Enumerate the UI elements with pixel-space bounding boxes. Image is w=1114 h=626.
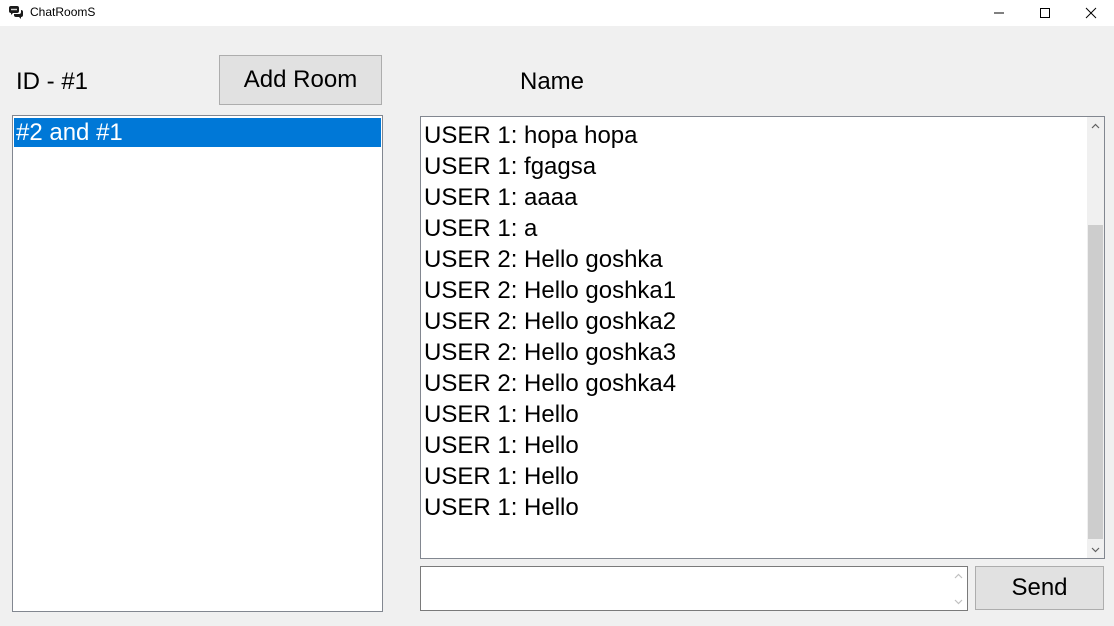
chat-message: USER 1: Hello bbox=[424, 432, 579, 459]
scroll-thumb[interactable] bbox=[1088, 225, 1103, 539]
minimize-icon bbox=[994, 12, 1004, 14]
chat-message: USER 2: Hello goshka1 bbox=[424, 277, 677, 304]
chat-message: USER 1: a bbox=[424, 215, 538, 242]
minimize-button[interactable] bbox=[976, 0, 1022, 26]
input-scrollbar[interactable] bbox=[950, 567, 967, 610]
chat-message: USER 1: fgagsa bbox=[424, 153, 597, 180]
room-list[interactable]: #2 and #1 bbox=[12, 115, 383, 612]
room-list-item-selected[interactable]: #2 and #1 bbox=[14, 118, 381, 147]
input-scroll-up-button[interactable] bbox=[950, 567, 967, 584]
chat-message: USER 1: aaaa bbox=[424, 184, 578, 211]
close-button[interactable] bbox=[1068, 0, 1114, 26]
input-scroll-down-button[interactable] bbox=[950, 593, 967, 610]
chat-message: USER 1: Hello bbox=[424, 494, 579, 521]
send-button[interactable]: Send bbox=[975, 566, 1104, 610]
maximize-button[interactable] bbox=[1022, 0, 1068, 26]
chat-message: USER 2: Hello goshka bbox=[424, 246, 663, 273]
room-name-label: Name bbox=[520, 68, 585, 95]
scroll-up-button[interactable] bbox=[1087, 117, 1104, 134]
chevron-down-icon bbox=[954, 599, 963, 604]
chat-messages-box[interactable]: USER 1: hopa hopa USER 1: fgagsa USER 1:… bbox=[420, 116, 1105, 559]
chevron-down-icon bbox=[1091, 547, 1100, 552]
chat-message: USER 1: Hello bbox=[424, 463, 579, 490]
message-input[interactable] bbox=[420, 566, 968, 611]
chat-message: USER 1: Hello bbox=[424, 401, 579, 428]
close-icon bbox=[1085, 7, 1097, 19]
chat-message: USER 2: Hello goshka4 bbox=[424, 370, 677, 397]
maximize-icon bbox=[1040, 8, 1050, 18]
chevron-up-icon bbox=[1091, 123, 1100, 128]
chevron-up-icon bbox=[954, 573, 963, 578]
user-id-label: ID - #1 bbox=[16, 68, 89, 95]
chat-message: USER 1: hopa hopa bbox=[424, 122, 638, 149]
chat-scrollbar[interactable] bbox=[1087, 117, 1104, 558]
chat-message: USER 2: Hello goshka2 bbox=[424, 308, 677, 335]
chat-bubbles-icon bbox=[8, 5, 24, 21]
add-room-button[interactable]: Add Room bbox=[219, 55, 382, 105]
scroll-down-button[interactable] bbox=[1087, 541, 1104, 558]
title-bar: ChatRoomS bbox=[0, 0, 1114, 26]
window-title: ChatRoomS bbox=[30, 5, 96, 19]
chat-message-list: USER 1: hopa hopa USER 1: fgagsa USER 1:… bbox=[424, 120, 1084, 523]
chat-message: USER 2: Hello goshka3 bbox=[424, 339, 677, 366]
